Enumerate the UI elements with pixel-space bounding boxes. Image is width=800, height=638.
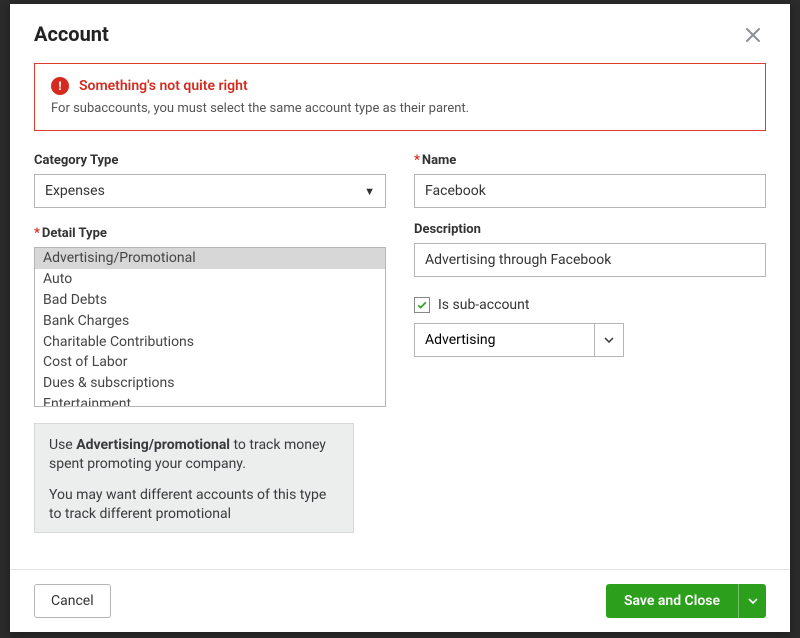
help-text: Use bbox=[49, 437, 76, 453]
error-message: For subaccounts, you must select the sam… bbox=[51, 101, 749, 116]
description-label: Description bbox=[414, 222, 766, 237]
category-type-value: Expenses bbox=[45, 183, 105, 199]
detail-type-listbox[interactable]: Advertising/PromotionalAutoBad DebtsBank… bbox=[34, 247, 386, 407]
chevron-down-icon[interactable] bbox=[594, 323, 624, 357]
help-text: You may want different accounts of this … bbox=[49, 486, 339, 524]
name-label: Name bbox=[414, 153, 766, 168]
account-modal: Account ! Something's not quite right Fo… bbox=[10, 4, 790, 632]
modal-header: Account bbox=[10, 4, 790, 63]
error-title: Something's not quite right bbox=[79, 78, 248, 94]
list-item[interactable]: Dues & subscriptions bbox=[35, 373, 385, 394]
modal-title: Account bbox=[34, 22, 109, 46]
cancel-button[interactable]: Cancel bbox=[34, 584, 111, 618]
chevron-down-icon: ▼ bbox=[364, 185, 375, 198]
modal-footer: Cancel Save and Close bbox=[10, 569, 790, 632]
list-item[interactable]: Bank Charges bbox=[35, 311, 385, 332]
modal-body-scroll[interactable]: ! Something's not quite right For subacc… bbox=[10, 63, 790, 569]
is-subaccount-label: Is sub-account bbox=[438, 297, 529, 313]
list-item[interactable]: Entertainment bbox=[35, 394, 385, 407]
description-input[interactable] bbox=[414, 243, 766, 277]
detail-type-help[interactable]: Use Advertising/promotional to track mon… bbox=[34, 423, 354, 533]
parent-account-select[interactable]: Advertising bbox=[414, 323, 624, 357]
save-and-close-button[interactable]: Save and Close bbox=[606, 584, 738, 618]
name-input[interactable] bbox=[414, 174, 766, 208]
save-dropdown-button[interactable] bbox=[738, 584, 766, 618]
list-item[interactable]: Auto bbox=[35, 269, 385, 290]
detail-type-label: Detail Type bbox=[34, 226, 386, 241]
list-item[interactable]: Advertising/Promotional bbox=[35, 248, 385, 269]
error-alert: ! Something's not quite right For subacc… bbox=[34, 63, 766, 131]
error-icon: ! bbox=[51, 77, 69, 95]
category-type-label: Category Type bbox=[34, 153, 386, 168]
close-icon[interactable] bbox=[740, 22, 766, 53]
parent-account-value: Advertising bbox=[414, 323, 594, 357]
list-item[interactable]: Charitable Contributions bbox=[35, 332, 385, 353]
help-bold: Advertising/promotional bbox=[76, 437, 230, 453]
list-item[interactable]: Bad Debts bbox=[35, 290, 385, 311]
is-subaccount-checkbox[interactable] bbox=[414, 297, 430, 313]
category-type-select[interactable]: Expenses ▼ bbox=[34, 174, 386, 208]
list-item[interactable]: Cost of Labor bbox=[35, 352, 385, 373]
